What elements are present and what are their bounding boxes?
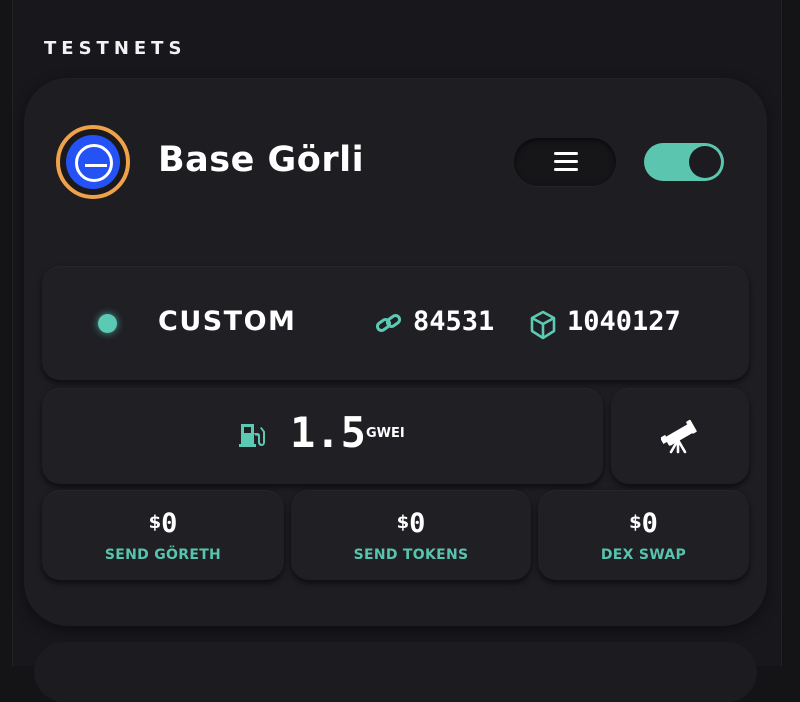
next-network-card xyxy=(34,642,757,702)
block-explorer-button[interactable] xyxy=(611,388,749,484)
chain-id-value: 84531 xyxy=(413,306,495,337)
base-logo-icon xyxy=(56,125,130,199)
block-height-value: 1040127 xyxy=(567,306,681,337)
dex-swap-button[interactable]: $0 DEX SWAP xyxy=(538,490,749,580)
logo-circle xyxy=(75,144,113,182)
send-tokens-label: SEND TOKENS xyxy=(353,547,469,563)
gas-unit-label: GWEI xyxy=(366,426,405,441)
logo-fill xyxy=(66,135,120,189)
menu-button[interactable] xyxy=(514,138,616,186)
fuel-pump-icon xyxy=(238,421,266,449)
logo-bar xyxy=(85,164,107,167)
send-goreth-button[interactable]: $0 SEND GÖRETH xyxy=(42,490,284,580)
rpc-type-label: CUSTOM xyxy=(158,306,297,337)
send-tokens-amount: $0 xyxy=(291,508,531,539)
telescope-icon xyxy=(661,418,699,454)
currency-symbol: $ xyxy=(396,512,410,533)
toggle-knob xyxy=(689,146,721,178)
gas-price-value: 1.5 xyxy=(290,408,366,457)
network-name: Base Görli xyxy=(158,140,365,180)
status-dot xyxy=(98,314,117,333)
amount-value: 0 xyxy=(409,508,426,539)
menu-line xyxy=(554,152,578,155)
amount-value: 0 xyxy=(161,508,178,539)
currency-symbol: $ xyxy=(148,512,162,533)
send-goreth-amount: $0 xyxy=(42,508,284,539)
send-tokens-button[interactable]: $0 SEND TOKENS xyxy=(291,490,531,580)
link-icon xyxy=(375,311,403,337)
menu-line xyxy=(554,168,578,171)
amount-value: 0 xyxy=(641,508,658,539)
dex-swap-amount: $0 xyxy=(538,508,749,539)
dex-swap-label: DEX SWAP xyxy=(600,547,687,563)
send-goreth-label: SEND GÖRETH xyxy=(104,547,222,563)
section-title: TESTNETS xyxy=(44,38,187,59)
cube-icon xyxy=(530,310,556,340)
currency-symbol: $ xyxy=(629,512,642,533)
network-enabled-toggle[interactable] xyxy=(644,143,724,181)
menu-line xyxy=(554,160,578,163)
